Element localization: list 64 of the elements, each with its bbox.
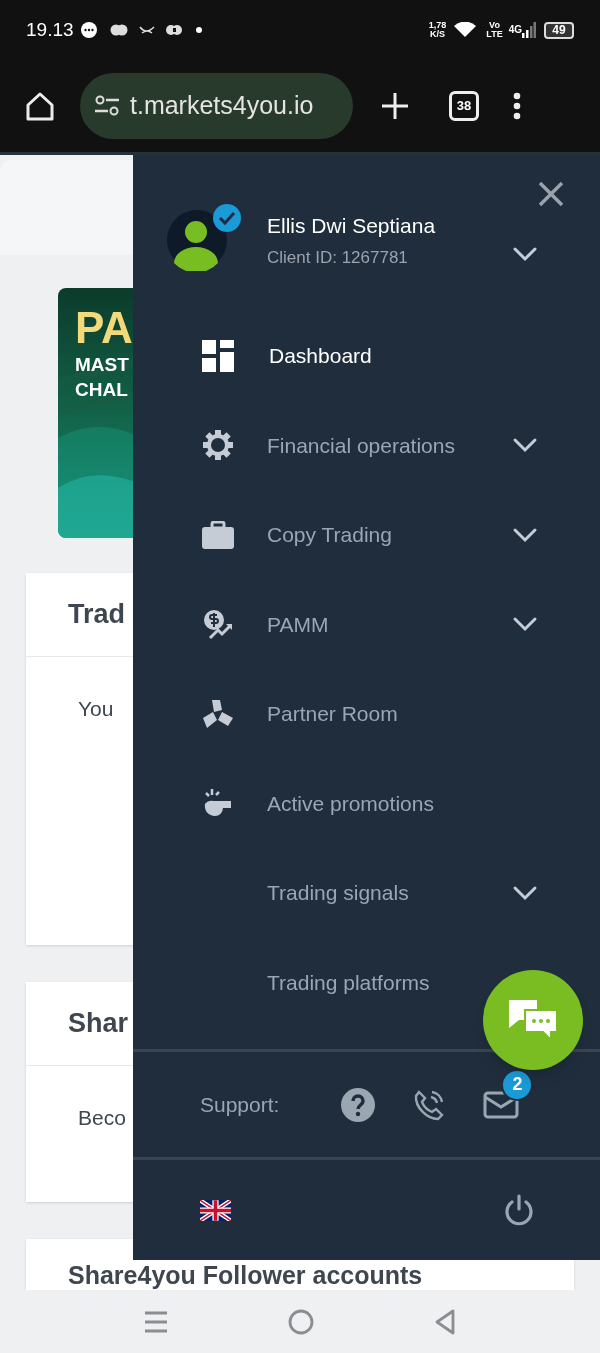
briefcase-icon	[202, 520, 234, 549]
menu-label: Trading signals	[267, 880, 410, 906]
card-title: Share4you Follower accounts	[68, 1261, 423, 1289]
power-icon[interactable]	[504, 1194, 534, 1226]
clock: 19.13	[26, 17, 74, 42]
back-icon[interactable]	[434, 1308, 456, 1335]
chevron-down-icon	[512, 437, 538, 454]
card-text: You	[78, 697, 114, 720]
menu-item[interactable]: Active promotions	[133, 758, 600, 848]
banner-text: MAST	[75, 353, 130, 377]
wifi-icon	[454, 22, 477, 38]
support-label: Support:	[200, 1091, 280, 1118]
menu-label: Trading platforms	[267, 969, 431, 996]
volte-label: LTE	[486, 30, 503, 39]
menu-item[interactable]: Trading signals	[133, 848, 600, 938]
menu-label: Active promotions	[267, 790, 435, 817]
hands-icon	[202, 697, 234, 730]
chevron-down-icon	[512, 884, 538, 901]
card-text: Beco	[78, 1106, 126, 1129]
menu-label: Dashboard	[269, 343, 373, 369]
recent-apps-icon[interactable]	[144, 1310, 168, 1333]
menu-label: Copy Trading	[267, 522, 393, 548]
help-icon[interactable]	[341, 1087, 376, 1122]
address-bar[interactable]: t.markets4you.io	[80, 73, 353, 139]
card-title: Shar	[68, 1007, 129, 1041]
menu-label: Partner Room	[267, 701, 399, 727]
chevron-down-icon	[512, 246, 538, 262]
more-icon[interactable]	[513, 92, 521, 120]
dashboard-icon	[202, 339, 234, 372]
network-speed: 1,78	[428, 21, 447, 30]
dot-icon	[195, 27, 202, 33]
close-icon[interactable]	[538, 181, 564, 207]
chevron-down-icon	[512, 616, 538, 633]
uk-flag-icon[interactable]	[200, 1199, 231, 1221]
home-nav-icon[interactable]	[288, 1308, 314, 1335]
battery-indicator: 49	[544, 21, 574, 39]
chevron-down-icon	[512, 526, 538, 543]
user-name: Ellis Dwi Septiana	[267, 212, 437, 239]
banner-text: CHAL	[75, 378, 129, 402]
notification-icon	[109, 23, 128, 37]
banner-title: PA	[75, 304, 134, 352]
money-growth-icon	[202, 608, 234, 641]
network-type: 4G	[508, 23, 522, 37]
message-icon	[79, 21, 98, 39]
home-icon[interactable]	[24, 90, 56, 122]
client-id: Client ID: 1267781	[267, 247, 409, 269]
site-settings-icon[interactable]	[94, 95, 120, 117]
signal-icon	[522, 22, 536, 38]
volte-label: Vo	[489, 21, 500, 30]
notification-icon	[137, 23, 156, 37]
phone-icon[interactable]	[413, 1088, 446, 1121]
menu-item[interactable]: Partner Room	[133, 669, 600, 759]
new-tab-icon[interactable]	[381, 92, 409, 120]
unread-badge: 2	[501, 1068, 534, 1101]
menu-item[interactable]: PAMM	[133, 579, 600, 669]
card-title: Trad	[68, 598, 126, 632]
menu-label: PAMM	[267, 611, 330, 638]
tab-count[interactable]: 38	[449, 91, 479, 121]
speed-unit: K/S	[430, 30, 446, 39]
url-text: t.markets4you.io	[130, 90, 314, 122]
menu-label: Financial operations	[267, 432, 456, 459]
avatar	[166, 209, 228, 271]
notification-icon	[165, 23, 182, 37]
menu-item[interactable]: Trading platforms	[133, 937, 600, 1027]
